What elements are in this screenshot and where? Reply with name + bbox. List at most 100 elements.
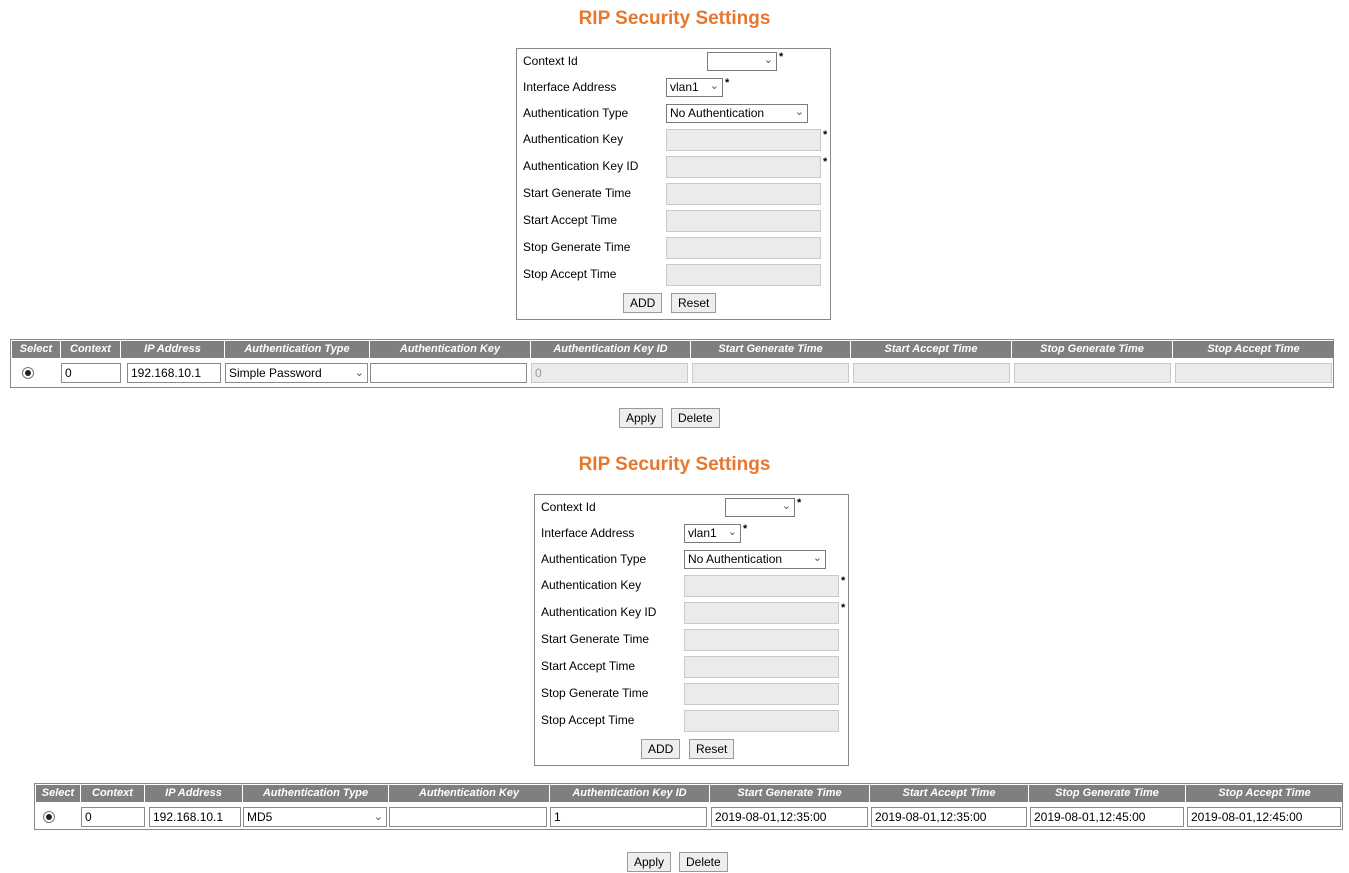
reset-button[interactable]: Reset xyxy=(689,739,735,759)
auth-key-input[interactable] xyxy=(684,575,839,597)
auth-type-value: Simple Password xyxy=(229,366,322,380)
chevron-down-icon: ⌄ xyxy=(763,54,773,66)
header-ip-address: IP Address xyxy=(145,785,243,802)
context-id-row: Context Id ⌄ * xyxy=(541,497,841,519)
header-select: Select xyxy=(36,785,81,802)
auth-type-label: Authentication Type xyxy=(523,106,629,120)
start-generate-cell[interactable]: 2019-08-01,12:35:00 xyxy=(711,807,868,827)
section-2-form: Context Id ⌄ * Interface Address vlan1 ⌄… xyxy=(534,494,849,766)
auth-type-select[interactable]: No Authentication ⌄ xyxy=(684,550,826,569)
auth-key-cell[interactable] xyxy=(370,363,527,383)
delete-button[interactable]: Delete xyxy=(679,852,728,872)
header-stop-generate: Stop Generate Time xyxy=(1029,785,1186,802)
auth-key-id-label: Authentication Key ID xyxy=(523,159,639,173)
start-accept-row: Start Accept Time xyxy=(541,656,841,678)
chevron-down-icon: ⌄ xyxy=(812,552,822,564)
chevron-down-icon: ⌄ xyxy=(373,811,383,823)
auth-type-select[interactable]: No Authentication ⌄ xyxy=(666,104,808,123)
stop-generate-cell[interactable] xyxy=(1014,363,1171,383)
required-mark: * xyxy=(841,602,846,614)
auth-key-id-input[interactable] xyxy=(684,602,839,624)
stop-accept-input[interactable] xyxy=(666,264,821,286)
start-accept-input[interactable] xyxy=(666,210,821,232)
select-radio[interactable] xyxy=(43,811,55,823)
auth-type-row: Authentication Type No Authentication ⌄ xyxy=(541,549,841,571)
delete-button[interactable]: Delete xyxy=(671,408,720,428)
stop-accept-cell[interactable] xyxy=(1175,363,1332,383)
start-generate-cell[interactable] xyxy=(692,363,849,383)
header-auth-key: Authentication Key xyxy=(370,341,531,358)
add-button[interactable]: ADD xyxy=(623,293,663,313)
stop-generate-cell[interactable]: 2019-08-01,12:45:00 xyxy=(1030,807,1184,827)
chevron-down-icon: ⌄ xyxy=(781,500,791,512)
start-generate-label: Start Generate Time xyxy=(541,632,650,646)
auth-key-id-row: Authentication Key ID * xyxy=(523,156,827,178)
auth-type-label: Authentication Type xyxy=(541,552,647,566)
start-generate-input[interactable] xyxy=(684,629,839,651)
context-id-select[interactable]: ⌄ xyxy=(725,498,795,517)
section-1-table: Select Context IP Address Authentication… xyxy=(10,339,1334,388)
auth-key-row: Authentication Key * xyxy=(523,129,827,151)
header-select: Select xyxy=(12,341,61,358)
table-row: 0 192.168.10.1 MD5 ⌄ 1 2019-08-01,12:35:… xyxy=(36,807,1343,829)
stop-generate-input[interactable] xyxy=(666,237,821,259)
header-stop-accept: Stop Accept Time xyxy=(1207,343,1300,355)
header-start-accept: Start Accept Time xyxy=(870,785,1029,802)
chevron-down-icon: ⌄ xyxy=(354,367,364,379)
reset-button[interactable]: Reset xyxy=(671,293,717,313)
start-generate-input[interactable] xyxy=(666,183,821,205)
stop-accept-row: Stop Accept Time xyxy=(541,710,841,732)
select-radio[interactable] xyxy=(22,367,34,379)
interface-address-select[interactable]: vlan1 ⌄ xyxy=(666,78,723,97)
table-header: Select Context IP Address Authentication… xyxy=(12,341,1334,358)
header-auth-key-id: Authentication Key ID xyxy=(550,785,710,802)
stop-accept-label: Stop Accept Time xyxy=(541,713,635,727)
auth-key-label: Authentication Key xyxy=(523,132,624,146)
auth-key-id-cell[interactable]: 1 xyxy=(550,807,707,827)
auth-type-row: Authentication Type No Authentication ⌄ xyxy=(523,103,823,125)
auth-key-id-row: Authentication Key ID * xyxy=(541,602,845,624)
start-generate-row: Start Generate Time xyxy=(541,629,841,651)
required-mark: * xyxy=(779,51,784,63)
start-accept-cell[interactable]: 2019-08-01,12:35:00 xyxy=(871,807,1027,827)
section-1-title: RIP Security Settings xyxy=(578,8,771,29)
auth-key-id-cell[interactable]: 0 xyxy=(531,363,688,383)
interface-address-select[interactable]: vlan1 ⌄ xyxy=(684,524,741,543)
stop-generate-row: Stop Generate Time xyxy=(541,683,841,705)
start-accept-input[interactable] xyxy=(684,656,839,678)
apply-button[interactable]: Apply xyxy=(627,852,672,872)
interface-address-value: vlan1 xyxy=(688,526,717,540)
interface-address-row: Interface Address vlan1 ⌄ * xyxy=(541,523,841,545)
auth-key-id-input[interactable] xyxy=(666,156,821,178)
context-cell[interactable]: 0 xyxy=(61,363,121,383)
add-button[interactable]: ADD xyxy=(641,739,681,759)
stop-generate-row: Stop Generate Time xyxy=(523,237,823,259)
header-auth-type: Authentication Type xyxy=(243,785,389,802)
auth-key-row: Authentication Key * xyxy=(541,575,845,597)
ip-address-cell[interactable]: 192.168.10.1 xyxy=(149,807,241,827)
auth-type-select[interactable]: Simple Password ⌄ xyxy=(225,363,368,383)
stop-generate-input[interactable] xyxy=(684,683,839,705)
auth-type-value: No Authentication xyxy=(688,552,783,566)
ip-address-cell[interactable]: 192.168.10.1 xyxy=(127,363,221,383)
auth-key-cell[interactable] xyxy=(389,807,547,827)
auth-key-input[interactable] xyxy=(666,129,821,151)
chevron-down-icon: ⌄ xyxy=(794,106,804,118)
header-context: Context xyxy=(61,341,121,358)
stop-accept-input[interactable] xyxy=(684,710,839,732)
context-id-select[interactable]: ⌄ xyxy=(707,52,777,71)
apply-button[interactable]: Apply xyxy=(619,408,664,428)
context-id-row: Context Id ⌄ * xyxy=(523,51,823,73)
section-2-title: RIP Security Settings xyxy=(578,454,771,475)
auth-type-select[interactable]: MD5 ⌄ xyxy=(243,807,387,827)
header-auth-key-id: Authentication Key ID xyxy=(531,341,691,358)
required-mark: * xyxy=(823,129,828,141)
stop-accept-cell[interactable]: 2019-08-01,12:45:00 xyxy=(1187,807,1341,827)
interface-address-row: Interface Address vlan1 ⌄ * xyxy=(523,77,823,99)
header-auth-type: Authentication Type xyxy=(225,341,370,358)
header-context: Context xyxy=(81,785,145,802)
chevron-down-icon: ⌄ xyxy=(727,526,737,538)
context-cell[interactable]: 0 xyxy=(81,807,145,827)
start-accept-cell[interactable] xyxy=(853,363,1010,383)
section-1-form: Context Id ⌄ * Interface Address vlan1 ⌄… xyxy=(516,48,831,320)
